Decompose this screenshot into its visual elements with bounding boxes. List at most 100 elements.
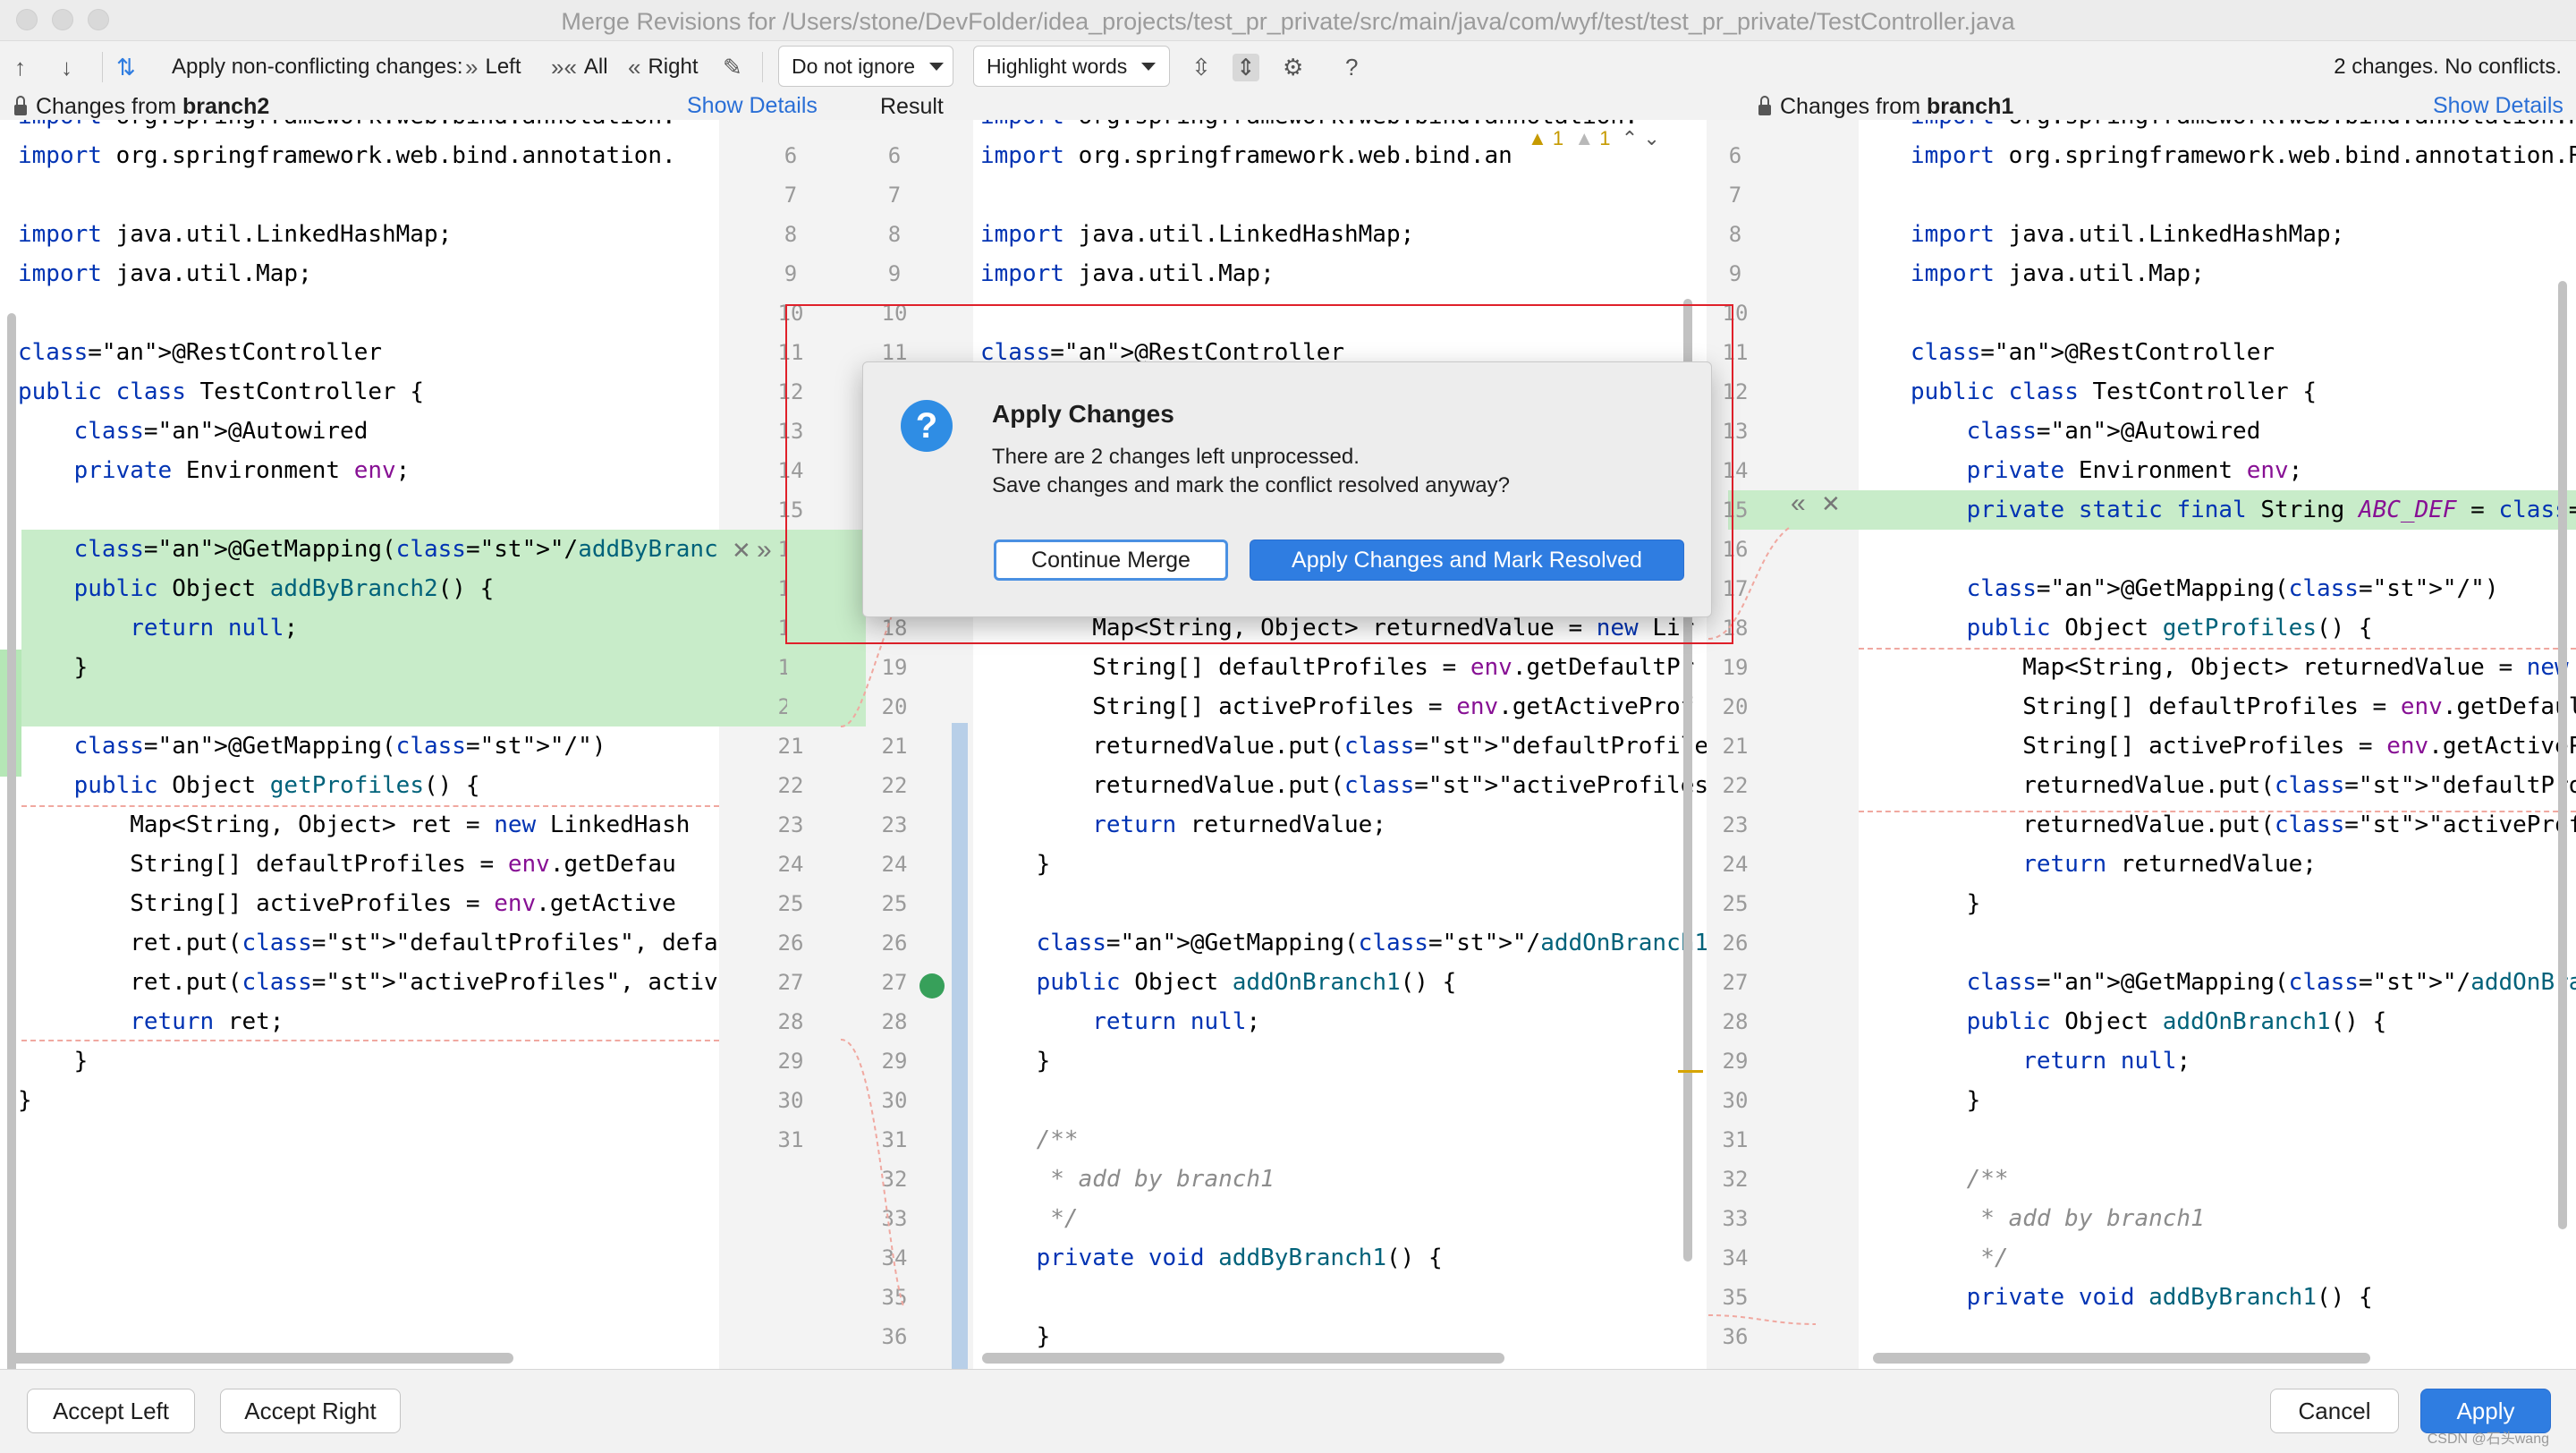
apply-non-conflicting-label: Apply non-conflicting changes:	[172, 55, 463, 79]
sync-scroll-icon[interactable]: ⇕	[1233, 41, 1259, 93]
right-editor[interactable]: import org.springframework.web.bind.anno…	[1859, 120, 2576, 1369]
apply-changes-dialog: ? Apply Changes There are 2 changes left…	[862, 361, 1712, 617]
line-number: 20	[1722, 694, 1749, 719]
gear-icon[interactable]: ⚙	[1283, 41, 1303, 93]
apply-right-button[interactable]: « Right	[628, 41, 699, 93]
line-number: 24	[1722, 852, 1749, 877]
close-icon[interactable]: ✕	[732, 537, 751, 565]
code-line: }	[1911, 890, 1981, 917]
line-number: 22	[881, 773, 908, 798]
code-line: }	[1911, 1087, 1981, 1114]
line-number: 9	[887, 261, 902, 286]
arrow-down-icon[interactable]: ↓	[61, 41, 72, 93]
code-line: String[] defaultProfiles = env.getDefaul…	[980, 654, 1695, 681]
left-show-details-link[interactable]: Show Details	[687, 93, 818, 119]
double-chevron-right-icon[interactable]: »	[757, 535, 772, 565]
line-number: 8	[887, 222, 902, 247]
help-icon[interactable]: ?	[1345, 41, 1358, 93]
right-pane-header: Changes from branch1	[1758, 93, 2013, 120]
highlight-select-value: Highlight words	[987, 54, 1128, 78]
code-line: private void addByBranch1() {	[1036, 1245, 1443, 1271]
line-number: 24	[881, 852, 908, 877]
accept-left-button[interactable]: Accept Left	[27, 1389, 195, 1433]
arrow-up-icon[interactable]: ↑	[14, 41, 26, 93]
chevron-up-icon[interactable]: ⌃	[1622, 127, 1638, 149]
code-line: Map<String, Object> returnedValue = new …	[1911, 654, 2569, 681]
apply-and-mark-resolved-button[interactable]: Apply Changes and Mark Resolved	[1250, 540, 1684, 581]
code-line: class="an">@GetMapping(class="st">"/")	[1966, 575, 2499, 602]
line-number: 35	[881, 1285, 908, 1310]
window-title: Merge Revisions for /Users/stone/DevFold…	[561, 8, 2015, 35]
warnings-indicator[interactable]: ▲ 1 ▲ 1 ⌃ ⌄	[1528, 127, 1660, 150]
highlight-mode-select[interactable]: Highlight words	[973, 46, 1170, 87]
dialog-message-line1: There are 2 changes left unprocessed.	[992, 445, 1360, 469]
line-number: 7	[887, 183, 902, 208]
code-line: * add by branch1	[1911, 1205, 2205, 1232]
apply-all-button[interactable]: »« All	[551, 41, 608, 93]
question-icon: ?	[901, 400, 953, 452]
code-line: String[] activeProfiles = env.getActiveP…	[1911, 733, 2576, 760]
code-line: import org.springframework.web.bind.anno…	[1911, 142, 2576, 169]
apply-left-button[interactable]: » Left	[465, 41, 521, 93]
right-vertical-scrollbar[interactable]	[2558, 281, 2567, 1229]
left-horizontal-scrollbar[interactable]	[7, 1353, 513, 1364]
ignore-whitespace-select[interactable]: Do not ignore	[778, 46, 953, 87]
accept-right-button[interactable]: Accept Right	[220, 1389, 401, 1433]
line-number: 29	[1722, 1049, 1749, 1074]
ignore-select-value: Do not ignore	[792, 54, 916, 78]
code-line: import org.springframework.web.bind.anno…	[1911, 120, 2576, 136]
line-number: 9	[784, 261, 798, 286]
line-number: 33	[1722, 1206, 1749, 1231]
code-line: }	[980, 851, 1051, 878]
right-show-details-link[interactable]: Show Details	[2433, 93, 2563, 119]
cancel-button[interactable]: Cancel	[2270, 1389, 2399, 1433]
right-horizontal-scrollbar[interactable]	[1873, 1353, 2370, 1364]
line-number: 21	[881, 734, 908, 759]
resolve-icon[interactable]: ⇅	[116, 41, 136, 93]
changed-lines-marker	[952, 723, 968, 1369]
line-number: 23	[881, 812, 908, 837]
code-line: returnedValue.put(class="st">"defaultPro…	[1911, 772, 2576, 799]
code-line: return returnedValue;	[2022, 851, 2317, 878]
line-number: 21	[1722, 734, 1749, 759]
line-number: 25	[777, 891, 804, 916]
toolbar: ↑ ↓ ⇅ Apply non-conflicting changes: » Le…	[0, 41, 2576, 93]
code-line: */	[1911, 1245, 2009, 1271]
collapse-icon[interactable]: ⇳	[1191, 41, 1211, 93]
left-editor[interactable]: import org.springframework.web.bind.anno…	[0, 120, 719, 1369]
code-line: public Object getProfiles() {	[73, 772, 480, 799]
line-number: 20	[881, 694, 908, 719]
code-line: /**	[1911, 1166, 2009, 1193]
code-line: String[] defaultProfiles = env.getDefaul…	[1911, 693, 2576, 720]
code-line: public Object addByBranch2() {	[73, 575, 495, 602]
line-number: 21	[777, 734, 804, 759]
merge-all-icon: »«	[551, 53, 577, 81]
watermark-text: CSDN @石头wang	[2427, 1432, 2549, 1447]
magic-wand-icon[interactable]: ✎	[723, 41, 742, 93]
code-line: String[] defaultProfiles = env.getDefau	[18, 851, 676, 878]
line-number: 33	[881, 1206, 908, 1231]
dialog-message-line2: Save changes and mark the conflict resol…	[992, 473, 1510, 497]
double-chevron-left-icon[interactable]: «	[1791, 489, 1806, 519]
line-number: 22	[777, 773, 804, 798]
line-number: 31	[881, 1127, 908, 1152]
left-pane-header: Changes from branch2	[14, 93, 269, 120]
code-line: return ret;	[130, 1008, 284, 1035]
chevron-down-icon[interactable]: ⌄	[1643, 127, 1659, 149]
line-number: 6	[784, 143, 798, 168]
code-line: import java.util.LinkedHashMap;	[1911, 221, 2345, 248]
result-horizontal-scrollbar[interactable]	[982, 1353, 1504, 1364]
run-gutter-icon[interactable]	[919, 973, 945, 998]
close-icon[interactable]: ✕	[1821, 490, 1841, 518]
title-bar: Merge Revisions for /Users/stone/DevFold…	[0, 0, 2576, 41]
line-number: 32	[1722, 1167, 1749, 1192]
code-line: import java.util.Map;	[980, 260, 1275, 287]
line-number: 19	[777, 655, 804, 680]
code-line: import java.util.Map;	[18, 260, 312, 287]
continue-merge-button[interactable]: Continue Merge	[994, 540, 1228, 581]
left-vertical-scrollbar[interactable]	[7, 313, 16, 1369]
line-number: 32	[881, 1167, 908, 1192]
code-line: public class TestController {	[18, 378, 424, 405]
double-chevron-left-icon: «	[628, 53, 641, 81]
code-line: Map<String, Object> ret = new LinkedHash	[18, 811, 691, 838]
